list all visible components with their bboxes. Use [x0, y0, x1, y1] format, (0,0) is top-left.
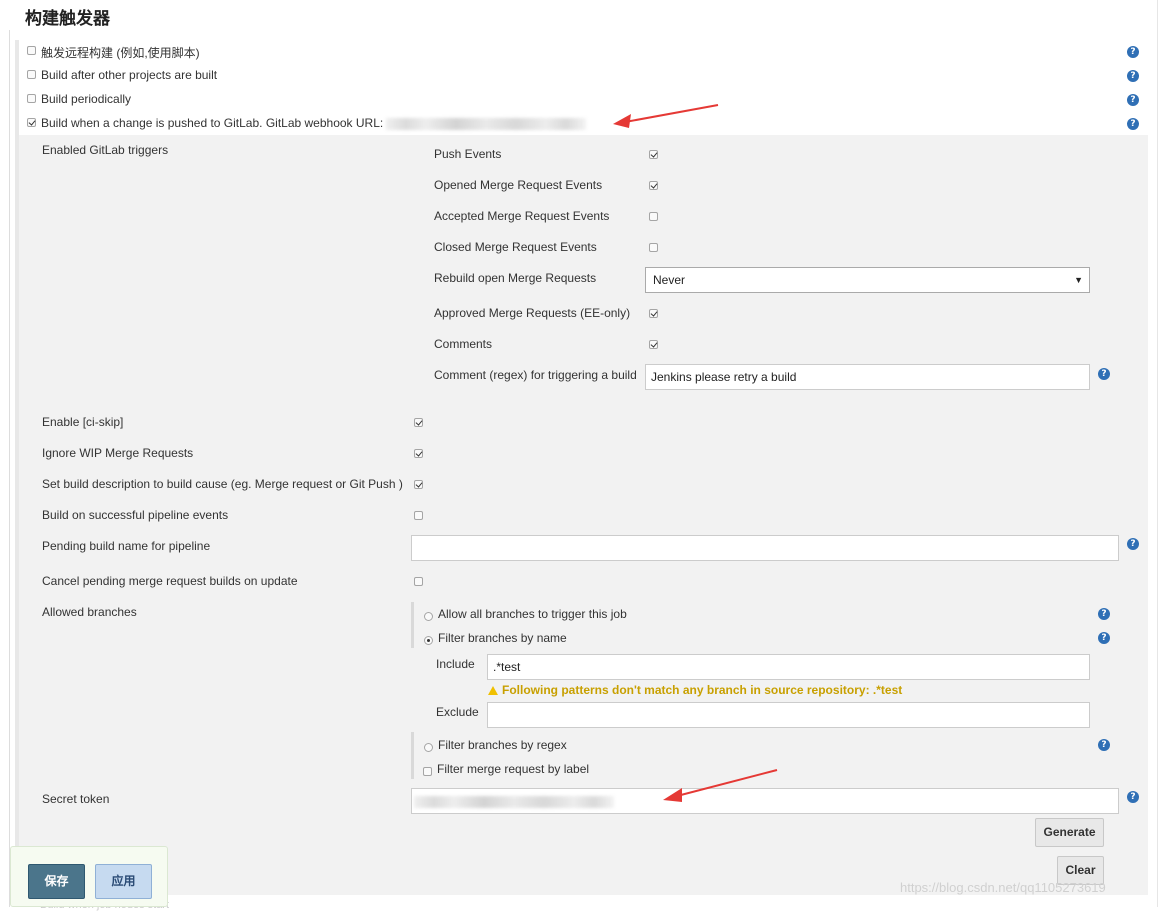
filter-by-regex-radio[interactable]	[424, 743, 433, 752]
pipeline-events-checkbox[interactable]	[414, 511, 423, 520]
help-icon[interactable]: ?	[1127, 46, 1139, 58]
help-icon[interactable]: ?	[1127, 118, 1139, 130]
help-icon[interactable]: ?	[1098, 739, 1110, 751]
help-icon[interactable]: ?	[1098, 608, 1110, 620]
after-other-projects-label: Build after other projects are built	[41, 68, 218, 82]
exclude-label: Exclude	[436, 705, 479, 719]
chevron-down-icon: ▼	[1074, 275, 1083, 285]
help-icon[interactable]: ?	[1127, 538, 1139, 550]
comment-regex-input[interactable]: Jenkins please retry a build	[645, 364, 1090, 390]
ci-skip-label: Enable [ci-skip]	[42, 415, 124, 429]
secret-token-label: Secret token	[42, 792, 110, 806]
accepted-mr-label: Accepted Merge Request Events	[434, 209, 610, 223]
help-icon[interactable]: ?	[1127, 70, 1139, 82]
annotation-arrow-icon	[663, 769, 778, 802]
watermark: https://blog.csdn.net/qq1105273619	[900, 880, 1106, 895]
branch-options-bar	[411, 602, 414, 648]
branch-warning: Following patterns don't match any branc…	[488, 683, 902, 697]
branch-warning-text: Following patterns don't match any branc…	[502, 683, 903, 697]
ci-skip-checkbox[interactable]	[414, 418, 423, 427]
apply-button[interactable]: 应用	[95, 864, 152, 899]
rebuild-open-select[interactable]: Never ▼	[645, 267, 1090, 293]
build-periodically-checkbox[interactable]	[27, 94, 36, 103]
push-events-label: Push Events	[434, 147, 502, 161]
approved-mr-label: Approved Merge Requests (EE-only)	[434, 306, 631, 320]
allow-all-label: Allow all branches to trigger this job	[438, 607, 627, 621]
help-icon[interactable]: ?	[1098, 632, 1110, 644]
allowed-branches-label: Allowed branches	[42, 605, 137, 619]
filter-by-name-radio[interactable]	[424, 636, 433, 645]
section-title: 构建触发器	[25, 9, 110, 28]
enabled-triggers-label: Enabled GitLab triggers	[42, 143, 169, 157]
include-label: Include	[436, 657, 475, 671]
annotation-arrow-icon	[613, 104, 719, 128]
remote-trigger-checkbox[interactable]	[27, 46, 36, 55]
push-events-checkbox[interactable]	[649, 150, 658, 159]
outer-border	[9, 30, 10, 907]
cancel-pending-checkbox[interactable]	[414, 577, 423, 586]
rebuild-open-label: Rebuild open Merge Requests	[434, 271, 597, 285]
gitlab-push-checkbox[interactable]	[27, 118, 36, 127]
help-icon[interactable]: ?	[1127, 94, 1139, 106]
exclude-input[interactable]	[487, 702, 1090, 728]
after-other-projects-checkbox[interactable]	[27, 70, 36, 79]
help-icon[interactable]: ?	[1127, 791, 1139, 803]
filter-by-name-label: Filter branches by name	[438, 631, 567, 645]
ignore-wip-label: Ignore WIP Merge Requests	[42, 446, 194, 460]
pipeline-events-label: Build on successful pipeline events	[42, 508, 229, 522]
branch-options-bar-2	[411, 732, 414, 779]
approved-mr-checkbox[interactable]	[649, 309, 658, 318]
filter-by-label-label: Filter merge request by label	[437, 762, 590, 776]
set-description-label: Set build description to build cause (eg…	[42, 477, 403, 491]
closed-mr-label: Closed Merge Request Events	[434, 240, 597, 254]
remote-trigger-label: 触发远程构建 (例如,使用脚本)	[41, 46, 200, 60]
filter-by-regex-label: Filter branches by regex	[438, 738, 567, 752]
opened-mr-checkbox[interactable]	[649, 181, 658, 190]
include-input[interactable]: .*test	[487, 654, 1090, 680]
webhook-url-redacted	[386, 118, 586, 130]
secret-token-redacted	[414, 796, 614, 808]
cancel-pending-label: Cancel pending merge request builds on u…	[42, 574, 298, 588]
allow-all-radio[interactable]	[424, 612, 433, 621]
generate-button[interactable]: Generate	[1035, 818, 1104, 847]
comments-label: Comments	[434, 337, 493, 351]
closed-mr-checkbox[interactable]	[649, 243, 658, 252]
save-button[interactable]: 保存	[28, 864, 85, 899]
set-description-checkbox[interactable]	[414, 480, 423, 489]
ignore-wip-checkbox[interactable]	[414, 449, 423, 458]
rebuild-open-value: Never	[653, 273, 686, 287]
warning-icon	[488, 686, 498, 695]
comment-regex-label: Comment (regex) for triggering a build	[434, 368, 637, 382]
filter-by-label-checkbox[interactable]	[423, 767, 432, 776]
help-icon[interactable]: ?	[1098, 368, 1110, 380]
build-periodically-label: Build periodically	[41, 92, 132, 106]
comments-checkbox[interactable]	[649, 340, 658, 349]
opened-mr-label: Opened Merge Request Events	[434, 178, 603, 192]
pending-name-label: Pending build name for pipeline	[42, 539, 211, 553]
accepted-mr-checkbox[interactable]	[649, 212, 658, 221]
pending-name-input[interactable]	[411, 535, 1119, 561]
right-border	[1157, 0, 1158, 907]
gitlab-push-label: Build when a change is pushed to GitLab.…	[41, 116, 384, 130]
